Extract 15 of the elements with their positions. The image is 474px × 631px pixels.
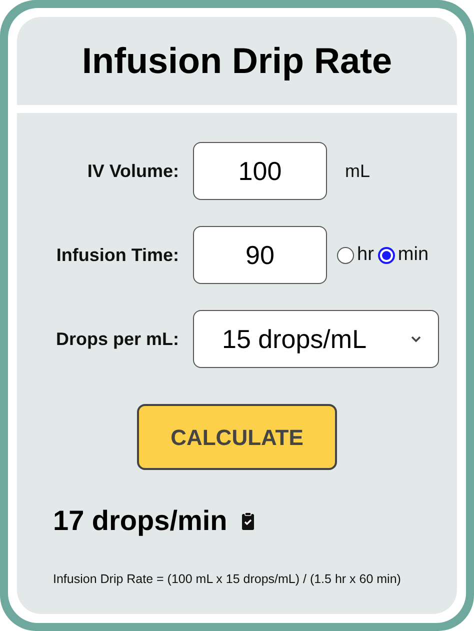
field-label: Infusion Time: [55, 244, 179, 266]
formula-text: Infusion Drip Rate = (100 mL x 15 drops/mL) / (1.5 hr x 60 min) [52, 571, 402, 588]
unit-radio[interactable]: hr [337, 240, 374, 270]
field-label: IV Volume: [86, 160, 179, 182]
unit-label: mL [345, 160, 370, 182]
unit-radio[interactable]: min [378, 240, 429, 270]
volume-field[interactable]: 100 [193, 142, 327, 200]
drops-dropdown[interactable]: 15 drops/mL [193, 310, 439, 368]
clipboard-icon[interactable] [241, 512, 256, 530]
result-text: 17 drops/min [53, 504, 228, 538]
time-field[interactable]: 90 [193, 226, 327, 284]
calculate-button[interactable]: CALCULATE [137, 404, 337, 470]
field-label: Drops per mL: [54, 328, 179, 351]
chevron-down-icon [410, 335, 422, 343]
page-title: Infusion Drip Rate [82, 39, 392, 83]
